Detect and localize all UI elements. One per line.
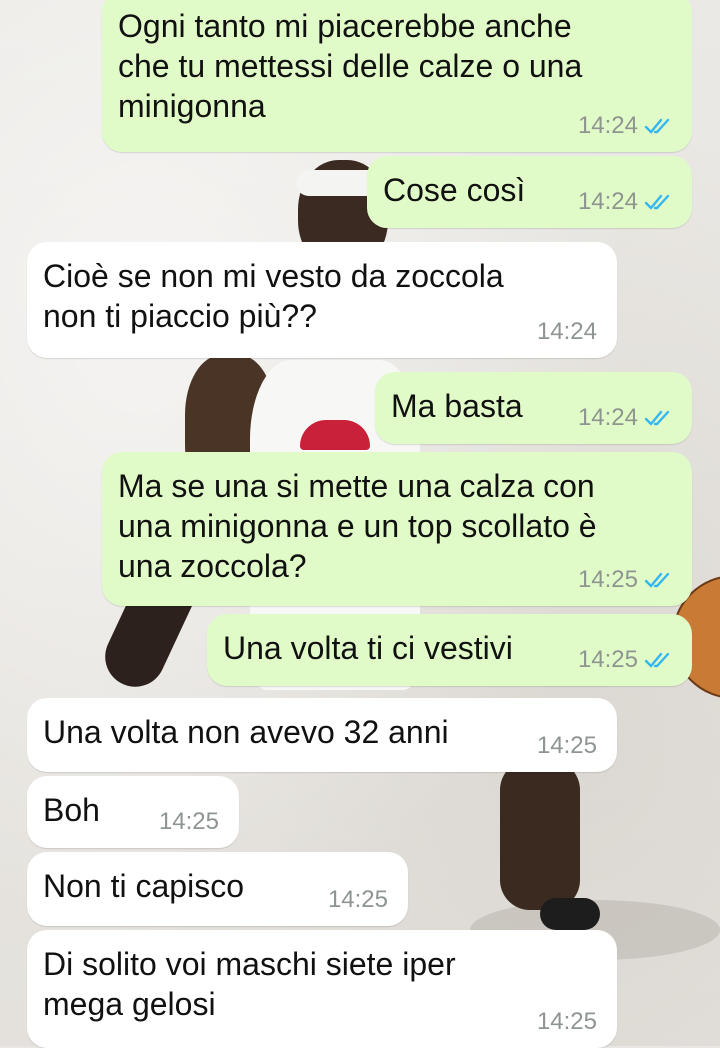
wallpaper-player-leg bbox=[500, 760, 580, 910]
message-bubble-incoming[interactable]: Non ti capisco 14:25 bbox=[27, 852, 408, 926]
wallpaper-jersey-logo bbox=[300, 420, 370, 450]
double-check-icon bbox=[644, 192, 674, 212]
double-check-icon bbox=[644, 116, 674, 136]
message-bubble-outgoing[interactable]: Ma basta 14:24 bbox=[375, 372, 692, 444]
message-meta: 14:25 bbox=[328, 886, 388, 914]
message-bubble-incoming[interactable]: Boh 14:25 bbox=[27, 776, 239, 848]
double-check-icon bbox=[644, 650, 674, 670]
message-text: Di solito voi maschi siete iper mega gel… bbox=[43, 946, 456, 1022]
message-meta: 14:25 bbox=[537, 732, 597, 760]
message-bubble-outgoing[interactable]: Una volta ti ci vestivi 14:25 bbox=[207, 614, 692, 686]
message-meta: 14:24 bbox=[578, 112, 674, 140]
double-check-icon bbox=[644, 408, 674, 428]
message-meta: 14:24 bbox=[578, 188, 674, 216]
message-text: Ogni tanto mi piacerebbe anche che tu me… bbox=[118, 8, 583, 124]
message-bubble-incoming[interactable]: Una volta non avevo 32 anni 14:25 bbox=[27, 698, 617, 772]
message-time: 14:24 bbox=[577, 404, 638, 431]
double-check-icon bbox=[644, 570, 674, 590]
message-bubble-outgoing[interactable]: Cose così 14:24 bbox=[367, 156, 692, 228]
message-meta: 14:24 bbox=[537, 318, 597, 346]
message-time: 14:24 bbox=[577, 188, 638, 215]
message-bubble-outgoing[interactable]: Ma se una si mette una calza con una min… bbox=[102, 452, 692, 606]
message-text: Cioè se non mi vesto da zoccola non ti p… bbox=[43, 258, 504, 334]
message-time: 14:25 bbox=[158, 808, 219, 835]
message-time: 14:24 bbox=[577, 112, 638, 139]
message-time: 14:25 bbox=[577, 566, 638, 593]
message-bubble-outgoing[interactable]: Ogni tanto mi piacerebbe anche che tu me… bbox=[102, 0, 692, 152]
message-meta: 14:25 bbox=[578, 646, 674, 674]
message-bubble-incoming[interactable]: Di solito voi maschi siete iper mega gel… bbox=[27, 930, 617, 1048]
message-meta: 14:25 bbox=[578, 566, 674, 594]
wallpaper-player-shoe bbox=[540, 898, 600, 930]
message-time: 14:25 bbox=[577, 646, 638, 673]
message-time: 14:25 bbox=[536, 1008, 597, 1035]
message-meta: 14:24 bbox=[578, 404, 674, 432]
message-time: 14:24 bbox=[536, 318, 597, 345]
message-time: 14:25 bbox=[536, 732, 597, 759]
message-bubble-incoming[interactable]: Cioè se non mi vesto da zoccola non ti p… bbox=[27, 242, 617, 358]
message-text: Una volta non avevo 32 anni bbox=[43, 714, 449, 750]
message-meta: 14:25 bbox=[159, 808, 219, 836]
message-meta: 14:25 bbox=[537, 1008, 597, 1036]
message-time: 14:25 bbox=[327, 886, 388, 913]
